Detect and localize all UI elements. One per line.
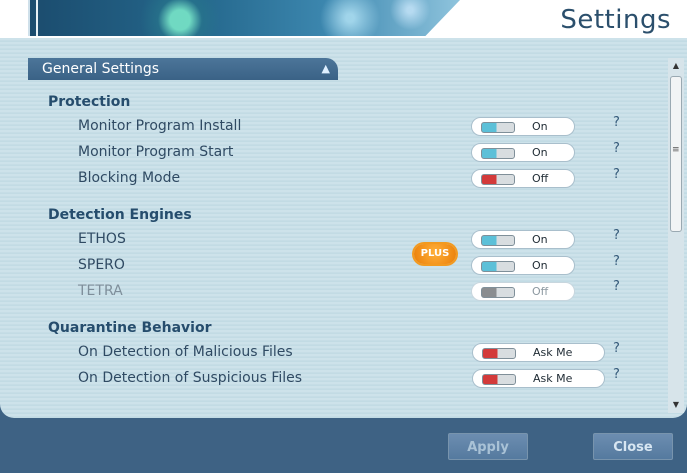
section-label: General Settings: [42, 61, 160, 77]
header-banner-image: [28, 0, 460, 36]
help-icon[interactable]: ?: [613, 115, 620, 130]
toggle-spero[interactable]: On: [471, 256, 575, 275]
toggle-ethos[interactable]: On: [471, 230, 575, 249]
toggle-switch-icon: [482, 348, 516, 359]
triangle-up-icon[interactable]: ▲: [322, 58, 330, 80]
page-title: Settings: [560, 5, 671, 35]
option-label-suspicious-files: On Detection of Suspicious Files: [78, 370, 303, 386]
toggle-switch-icon: [482, 374, 516, 385]
toggle-switch-icon: [481, 122, 515, 133]
toggle-monitor-program-start[interactable]: On: [471, 143, 575, 162]
settings-panel: General Settings ▲ Protection Monitor Pr…: [0, 38, 687, 418]
help-icon[interactable]: ?: [613, 167, 620, 182]
group-title-quarantine-behavior: Quarantine Behavior: [48, 320, 212, 336]
toggle-malicious-files[interactable]: Ask Me: [472, 343, 605, 362]
help-icon[interactable]: ?: [613, 341, 620, 356]
toggle-switch-icon: [481, 235, 515, 246]
toggle-state: Off: [532, 172, 549, 185]
option-label-blocking-mode: Blocking Mode: [78, 170, 181, 186]
group-title-protection: Protection: [48, 94, 131, 110]
toggle-state: Off: [532, 285, 549, 298]
toggle-tetra: Off: [471, 282, 575, 301]
apply-button[interactable]: Apply: [448, 433, 528, 460]
close-button[interactable]: Close: [593, 433, 673, 460]
scroll-up-icon[interactable]: ▲: [668, 58, 684, 74]
scroll-down-icon[interactable]: ▼: [668, 397, 684, 413]
help-icon[interactable]: ?: [613, 228, 620, 243]
scroll-thumb[interactable]: [670, 76, 682, 232]
option-label-monitor-program-install: Monitor Program Install: [78, 118, 242, 134]
vertical-scrollbar[interactable]: ▲ ▼: [668, 58, 684, 413]
group-title-detection-engines: Detection Engines: [48, 207, 192, 223]
toggle-switch-icon: [481, 148, 515, 159]
toggle-state: On: [532, 120, 548, 133]
plus-badge: PLUS: [414, 244, 456, 264]
option-label-ethos: ETHOS: [78, 231, 126, 247]
toggle-state: Ask Me: [533, 372, 573, 385]
toggle-blocking-mode[interactable]: Off: [471, 169, 575, 188]
toggle-monitor-program-install[interactable]: On: [471, 117, 575, 136]
toggle-suspicious-files[interactable]: Ask Me: [472, 369, 605, 388]
help-icon[interactable]: ?: [613, 254, 620, 269]
toggle-state: On: [532, 259, 548, 272]
help-icon[interactable]: ?: [613, 367, 620, 382]
option-label-spero: SPERO: [78, 257, 125, 273]
option-label-monitor-program-start: Monitor Program Start: [78, 144, 234, 160]
toggle-switch-icon: [481, 174, 515, 185]
toggle-state: Ask Me: [533, 346, 573, 359]
help-icon[interactable]: ?: [613, 141, 620, 156]
toggle-state: On: [532, 233, 548, 246]
help-icon[interactable]: ?: [613, 279, 620, 294]
header: Settings: [0, 0, 687, 38]
toggle-switch-icon: [481, 261, 515, 272]
toggle-state: On: [532, 146, 548, 159]
general-settings-header[interactable]: General Settings ▲: [28, 58, 338, 80]
option-label-tetra: TETRA: [78, 283, 123, 299]
toggle-switch-icon: [481, 287, 515, 298]
option-label-malicious-files: On Detection of Malicious Files: [78, 344, 293, 360]
